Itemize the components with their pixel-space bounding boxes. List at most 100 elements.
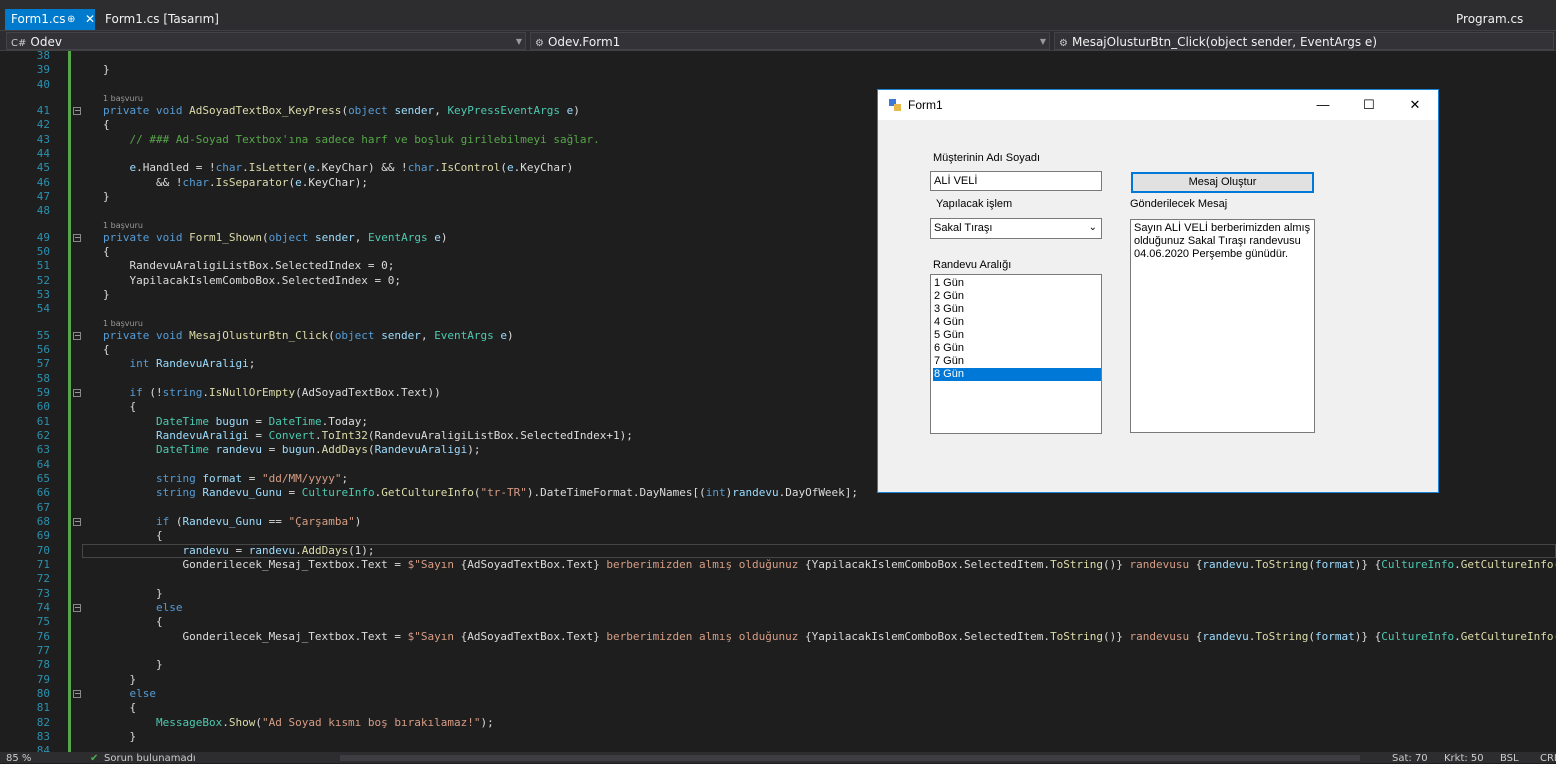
tab-label: Program.cs xyxy=(1456,12,1524,26)
line-number: 41 xyxy=(36,103,50,117)
collapse-icon[interactable]: − xyxy=(73,106,81,115)
class-label: Odev.Form1 xyxy=(547,35,621,49)
code-text[interactable]: private void AdSoyadTextBox_KeyPress(obj… xyxy=(103,104,580,118)
member-label: MesajOlusturBtn_Click(object sender, Eve… xyxy=(1071,35,1377,49)
code-text[interactable]: } xyxy=(103,658,163,672)
code-line: 67 xyxy=(0,501,1556,515)
code-line: 84 xyxy=(0,744,1556,752)
code-text[interactable]: MessageBox.Show("Ad Soyad kısmı boş bıra… xyxy=(103,716,494,730)
tab-form1-designer[interactable]: Form1.cs [Tasarım] xyxy=(99,9,225,30)
code-text[interactable]: string format = "dd/MM/yyyy"; xyxy=(103,472,348,486)
interval-list-item[interactable]: 6 Gün xyxy=(933,342,1101,355)
code-line: 38 xyxy=(0,51,1556,63)
interval-listbox[interactable]: 1 Gün 2 Gün 3 Gün 4 Gün 5 Gün 6 Gün 7 Gün 8 Gün xyxy=(930,274,1102,434)
mode-indicator: BSL xyxy=(1500,753,1519,764)
reference-count-label[interactable]: 1 başvuru xyxy=(103,319,143,329)
interval-list-item[interactable]: 8 Gün xyxy=(933,368,1101,381)
code-text[interactable]: randevu = randevu.AddDays(1); xyxy=(103,544,374,558)
code-text[interactable]: DateTime randevu = bugun.AddDays(Randevu… xyxy=(103,443,481,457)
code-text[interactable]: } xyxy=(103,288,110,302)
code-text[interactable]: { xyxy=(103,529,163,543)
code-text[interactable]: { xyxy=(103,701,136,715)
name-textbox[interactable]: ALİ VELİ xyxy=(930,171,1102,191)
line-number: 38 xyxy=(36,51,50,62)
interval-list-item[interactable]: 1 Gün xyxy=(933,277,1101,290)
interval-list-item[interactable]: 7 Gün xyxy=(933,355,1101,368)
code-text[interactable]: string Randevu_Gunu = CultureInfo.GetCul… xyxy=(103,486,858,500)
line-number: 73 xyxy=(36,586,50,600)
code-text[interactable]: } xyxy=(103,63,110,77)
code-text[interactable]: e.Handled = !char.IsLetter(e.KeyChar) &&… xyxy=(103,161,574,175)
code-text[interactable]: } xyxy=(103,190,110,204)
code-text[interactable]: else xyxy=(103,687,157,701)
code-text[interactable]: } xyxy=(103,730,136,744)
code-text[interactable]: DateTime bugun = DateTime.Today; xyxy=(103,415,368,429)
interval-list-item[interactable]: 5 Gün xyxy=(933,329,1101,342)
code-text[interactable]: YapilacakIslemComboBox.SelectedIndex = 0… xyxy=(103,274,401,288)
member-dropdown[interactable]: ⚙ MesajOlusturBtn_Click(object sender, Ev… xyxy=(1054,32,1554,50)
collapse-icon[interactable]: − xyxy=(73,689,81,698)
collapse-icon[interactable]: − xyxy=(73,233,81,242)
code-text[interactable]: RandevuAraligi = Convert.ToInt32(Randevu… xyxy=(103,429,633,443)
project-dropdown[interactable]: C# Odev ▼ xyxy=(6,32,526,50)
code-line: 77 xyxy=(0,644,1556,658)
tab-program-cs[interactable]: Program.cs xyxy=(1450,9,1529,30)
maximize-button[interactable]: ☐ xyxy=(1346,90,1392,120)
code-text[interactable]: RandevuAraligiListBox.SelectedIndex = 0; xyxy=(103,259,394,273)
horizontal-scrollbar[interactable] xyxy=(340,755,1360,761)
create-message-button[interactable]: Mesaj Oluştur xyxy=(1131,172,1314,193)
code-text[interactable]: int RandevuAraligi; xyxy=(103,357,256,371)
class-dropdown[interactable]: ⚙ Odev.Form1 ▼ xyxy=(530,32,1050,50)
collapse-icon[interactable]: − xyxy=(73,331,81,340)
code-text[interactable]: Gonderilecek_Mesaj_Textbox.Text = $"Sayı… xyxy=(103,630,1556,644)
code-text[interactable]: { xyxy=(103,615,163,629)
line-number: 65 xyxy=(36,471,50,485)
interval-list-item[interactable]: 4 Gün xyxy=(933,316,1101,329)
interval-label: Randevu Aralığı xyxy=(933,259,1012,271)
line-number: 59 xyxy=(36,385,50,399)
line-number: 56 xyxy=(36,342,50,356)
line-number: 48 xyxy=(36,204,50,218)
code-text[interactable]: && !char.IsSeparator(e.KeyChar); xyxy=(103,176,368,190)
reference-count-label[interactable]: 1 başvuru xyxy=(103,94,143,104)
interval-list-item[interactable]: 3 Gün xyxy=(933,303,1101,316)
code-text[interactable]: private void MesajOlusturBtn_Click(objec… xyxy=(103,329,514,343)
collapse-icon[interactable]: − xyxy=(73,517,81,526)
code-text[interactable]: } xyxy=(103,673,136,687)
collapse-icon[interactable]: − xyxy=(73,603,81,612)
line-number: 45 xyxy=(36,161,50,175)
form-title-bar[interactable]: Form1 — ☐ ✕ xyxy=(878,90,1438,120)
zoom-level[interactable]: 85 % xyxy=(6,753,31,764)
code-text[interactable]: else xyxy=(103,601,183,615)
code-text[interactable]: { xyxy=(103,118,110,132)
interval-list-item[interactable]: 2 Gün xyxy=(933,290,1101,303)
code-text[interactable]: // ### Ad-Soyad Textbox'ına sadece harf … xyxy=(103,133,600,147)
code-text[interactable]: if (!string.IsNullOrEmpty(AdSoyadTextBox… xyxy=(103,386,441,400)
reference-count-label[interactable]: 1 başvuru xyxy=(103,221,143,231)
code-text[interactable]: private void Form1_Shown(object sender, … xyxy=(103,231,447,245)
code-text[interactable]: } xyxy=(103,587,163,601)
operation-combobox[interactable]: Sakal Tıraşı ⌄ xyxy=(930,218,1102,239)
code-text[interactable]: { xyxy=(103,245,110,259)
chevron-down-icon: ⌄ xyxy=(1088,222,1097,233)
tab-form1-cs[interactable]: Form1.cs ⊕ ✕ xyxy=(5,9,95,30)
code-text[interactable]: if (Randevu_Gunu == "Çarşamba") xyxy=(103,515,361,529)
line-number: 51 xyxy=(36,259,50,273)
code-text[interactable]: { xyxy=(103,400,136,414)
code-text[interactable]: { xyxy=(103,343,110,357)
line-number: 52 xyxy=(36,273,50,287)
form-icon xyxy=(889,99,901,111)
pin-icon[interactable]: ⊕ xyxy=(67,9,75,30)
code-text[interactable]: Gonderilecek_Mesaj_Textbox.Text = $"Sayı… xyxy=(103,558,1556,572)
line-number: 80 xyxy=(36,686,50,700)
line-number: 79 xyxy=(36,672,50,686)
close-button[interactable]: ✕ xyxy=(1392,90,1438,120)
csharp-project-icon: C# xyxy=(11,38,27,49)
problems-status[interactable]: Sorun bulunamadı xyxy=(104,753,196,764)
minimize-button[interactable]: — xyxy=(1300,90,1346,120)
collapse-icon[interactable]: − xyxy=(73,388,81,397)
line-number: 42 xyxy=(36,118,50,132)
code-line: 82 MessageBox.Show("Ad Soyad kısmı boş b… xyxy=(0,716,1556,730)
message-textbox[interactable]: Sayın ALİ VELİ berberimizden almış olduğ… xyxy=(1130,219,1315,433)
close-icon[interactable]: ✕ xyxy=(85,9,95,30)
